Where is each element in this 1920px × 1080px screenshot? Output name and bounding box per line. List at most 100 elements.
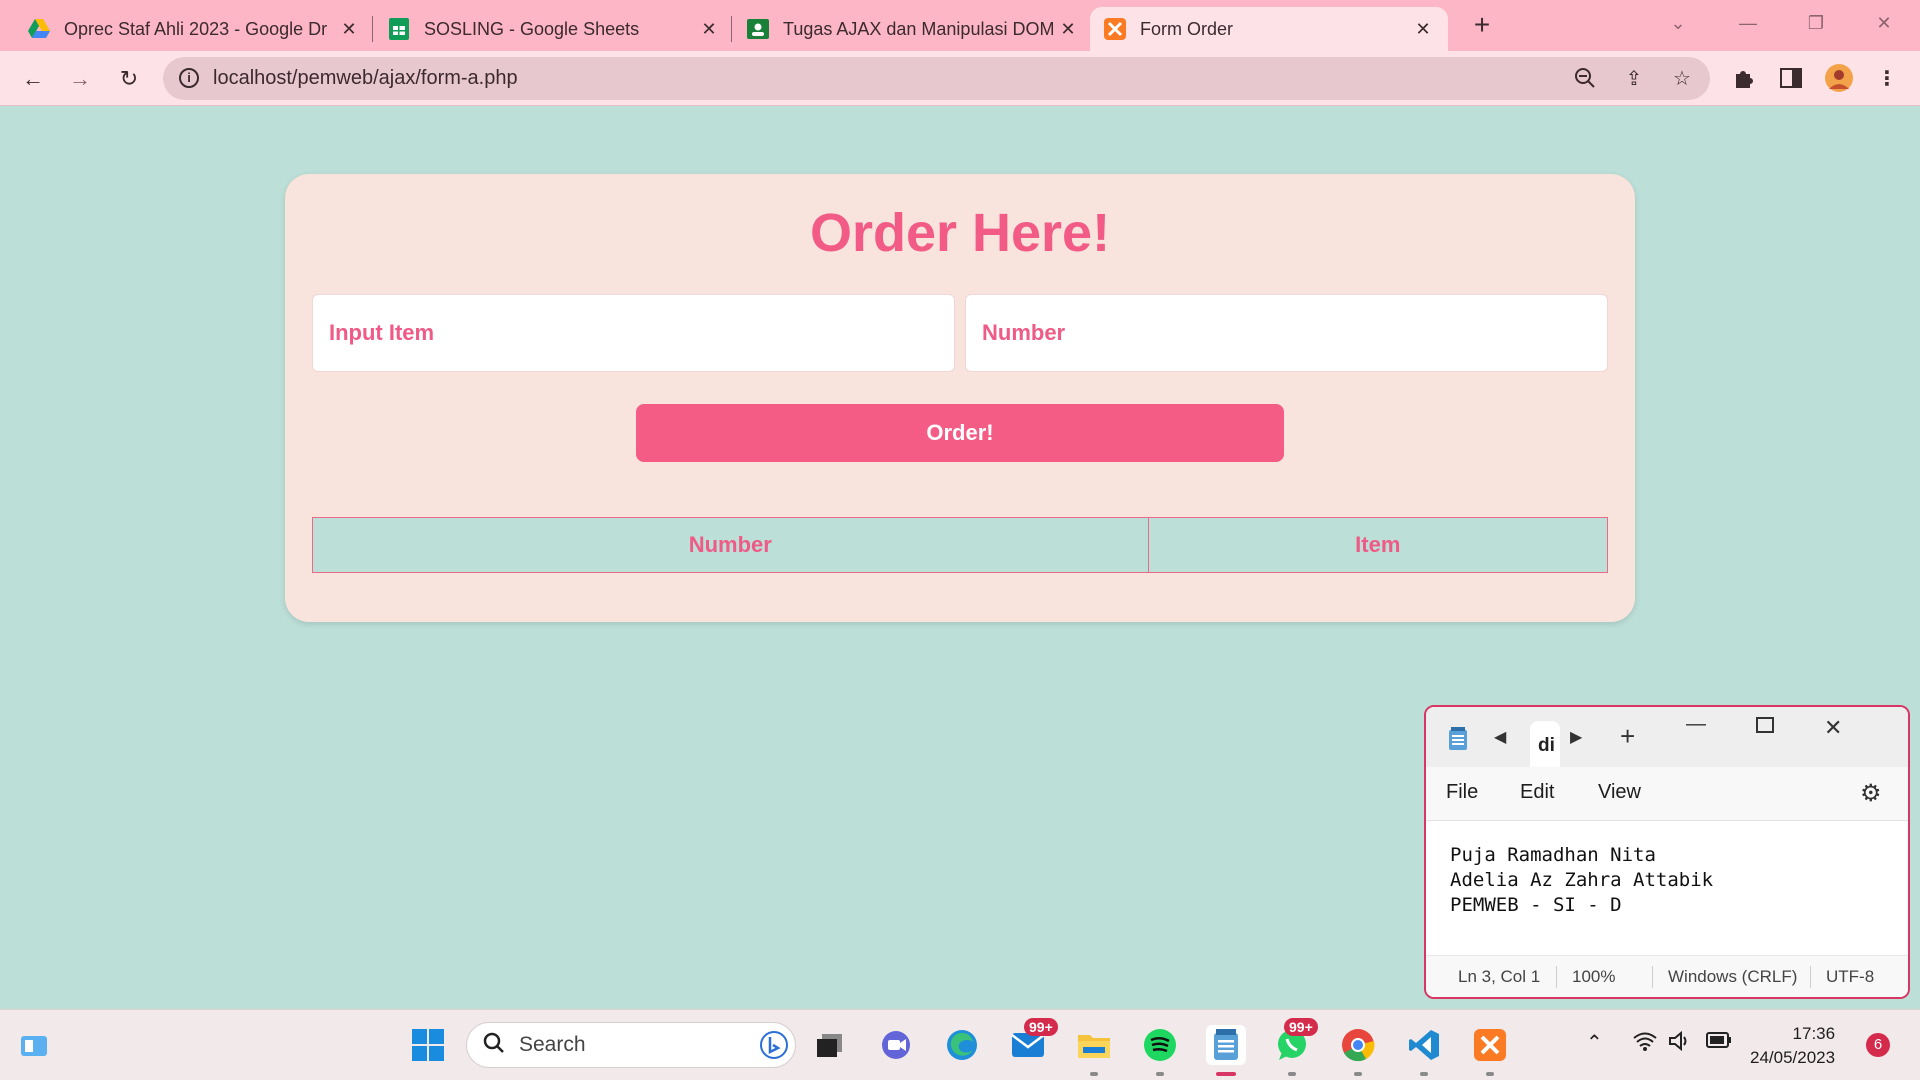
text-line: PEMWEB - SI - D xyxy=(1450,894,1622,916)
status-divider xyxy=(1810,966,1811,988)
close-icon[interactable]: ✕ xyxy=(1412,18,1434,40)
clock-date: 24/05/2023 xyxy=(1750,1048,1836,1067)
share-icon[interactable]: ⇪ xyxy=(1617,61,1651,95)
notification-badge[interactable]: 6 xyxy=(1866,1033,1890,1057)
close-icon[interactable]: ✕ xyxy=(698,18,720,40)
cursor-position: Ln 3, Col 1 xyxy=(1458,967,1541,986)
minimize-icon[interactable]: — xyxy=(1728,8,1768,38)
search-label: Search xyxy=(519,1033,586,1056)
reload-icon[interactable]: ↻ xyxy=(112,62,146,96)
extensions-icon[interactable] xyxy=(1726,61,1760,95)
xampp-taskbar-icon[interactable] xyxy=(1470,1025,1510,1065)
active-indicator xyxy=(1216,1072,1236,1076)
address-bar[interactable]: i localhost/pemweb/ajax/form-a.php ⇪ ☆ xyxy=(163,57,1710,100)
chrome-icon[interactable] xyxy=(1338,1025,1378,1065)
order-table: Number Item xyxy=(312,517,1609,573)
tab-divider xyxy=(731,16,732,42)
wifi-icon[interactable] xyxy=(1632,1030,1658,1057)
taskbar-search-box[interactable]: Search xyxy=(466,1022,796,1068)
edge-browser-icon[interactable] xyxy=(942,1025,982,1065)
back-arrow-icon[interactable]: ← xyxy=(16,62,50,96)
running-indicator xyxy=(1486,1072,1494,1076)
notepad-statusbar: Ln 3, Col 1 100% Windows (CRLF) UTF-8 xyxy=(1426,955,1908,997)
page-title: Order Here! xyxy=(809,203,1111,263)
running-indicator xyxy=(1420,1072,1428,1076)
column-header-item: Item xyxy=(1147,517,1609,573)
text-line: Adelia Az Zahra Attabik xyxy=(1450,869,1714,891)
zoom-out-icon[interactable] xyxy=(1568,61,1602,95)
bing-icon[interactable] xyxy=(759,1030,789,1065)
tab-title: SOSLING - Google Sheets xyxy=(424,18,640,39)
tab-oprec-staf[interactable]: Oprec Staf Ahli 2023 - Google Dr ✕ xyxy=(14,7,374,51)
notepad-titlebar: ◀ di ▶ + — ✕ xyxy=(1426,707,1908,767)
profile-avatar[interactable] xyxy=(1822,61,1856,95)
running-indicator xyxy=(1354,1072,1362,1076)
bookmark-star-icon[interactable]: ☆ xyxy=(1665,61,1699,95)
text-line: Puja Ramadhan Nita xyxy=(1450,844,1656,866)
vscode-icon[interactable] xyxy=(1404,1025,1444,1065)
encoding: UTF-8 xyxy=(1826,967,1875,986)
zoom-level: 100% xyxy=(1572,967,1616,986)
scroll-tabs-right-icon[interactable]: ▶ xyxy=(1570,727,1582,747)
notepad-maximize-icon[interactable] xyxy=(1756,717,1774,733)
task-view-icon[interactable] xyxy=(810,1025,850,1065)
spotify-icon[interactable] xyxy=(1140,1025,1180,1065)
forward-arrow-icon[interactable]: → xyxy=(63,62,97,96)
google-sheets-icon xyxy=(388,18,410,40)
side-panel-icon[interactable] xyxy=(1774,61,1808,95)
show-hidden-icons-chevron[interactable]: ⌃ xyxy=(1586,1030,1603,1055)
xampp-icon xyxy=(1104,18,1126,40)
menu-edit[interactable]: Edit xyxy=(1520,781,1554,804)
notepad-close-icon[interactable]: ✕ xyxy=(1824,715,1842,741)
tab-search-chevron-icon[interactable]: ⌄ xyxy=(1658,8,1698,38)
widgets-icon[interactable] xyxy=(14,1025,54,1065)
column-header-number: Number xyxy=(312,517,1149,573)
windows-taskbar: Search 99+ 99+ ⌃ 17:36 24/05/2023 6 xyxy=(0,1009,1920,1080)
menu-file[interactable]: File xyxy=(1446,781,1478,804)
running-indicator xyxy=(1090,1072,1098,1076)
clock-time: 17:36 xyxy=(1792,1024,1836,1043)
menu-kebab-icon[interactable]: ⋮ xyxy=(1870,61,1904,95)
url-text: localhost/pemweb/ajax/form-a.php xyxy=(213,67,518,89)
number-input[interactable]: Number xyxy=(965,294,1608,372)
notepad-minimize-icon[interactable]: — xyxy=(1686,713,1706,736)
item-input[interactable]: Input Item xyxy=(312,294,955,372)
volume-icon[interactable] xyxy=(1668,1030,1692,1057)
running-indicator xyxy=(1156,1072,1164,1076)
scroll-tabs-left-icon[interactable]: ◀ xyxy=(1494,727,1506,747)
status-divider xyxy=(1652,966,1653,988)
notepad-new-tab-button[interactable]: + xyxy=(1620,721,1635,752)
tab-sosling[interactable]: SOSLING - Google Sheets ✕ xyxy=(374,7,734,51)
order-button[interactable]: Order! xyxy=(636,404,1284,462)
tab-tugas-ajax[interactable]: Tugas AJAX dan Manipulasi DOM ✕ xyxy=(733,7,1093,51)
notepad-tab-title: di xyxy=(1538,735,1555,756)
new-tab-button[interactable]: + xyxy=(1468,11,1496,40)
tab-title: Tugas AJAX dan Manipulasi DOM xyxy=(783,18,1055,39)
mail-badge: 99+ xyxy=(1024,1018,1058,1036)
menu-view[interactable]: View xyxy=(1598,781,1641,804)
battery-icon[interactable] xyxy=(1706,1032,1732,1053)
whatsapp-badge: 99+ xyxy=(1284,1018,1318,1036)
windows-start-icon[interactable] xyxy=(408,1025,448,1065)
notepad-taskbar-icon[interactable] xyxy=(1206,1025,1246,1065)
teams-chat-icon[interactable] xyxy=(876,1025,916,1065)
settings-gear-icon[interactable]: ⚙ xyxy=(1860,779,1882,808)
tab-title: Form Order xyxy=(1140,18,1234,39)
close-icon[interactable]: ✕ xyxy=(1057,18,1079,40)
notepad-icon xyxy=(1448,727,1468,756)
restore-icon[interactable]: ❐ xyxy=(1796,8,1836,38)
tab-form-order[interactable]: Form Order ✕ xyxy=(1090,7,1448,51)
system-clock[interactable]: 17:36 24/05/2023 xyxy=(1750,1022,1835,1070)
browser-tab-bar: Oprec Staf Ahli 2023 - Google Dr ✕ SOSLI… xyxy=(0,0,1920,51)
search-icon xyxy=(483,1032,505,1059)
info-icon[interactable]: i xyxy=(179,68,199,88)
google-drive-icon xyxy=(28,18,50,40)
browser-toolbar: ← → ↻ i localhost/pemweb/ajax/form-a.php… xyxy=(0,51,1920,106)
notepad-text-area[interactable]: Puja Ramadhan Nita Adelia Az Zahra Attabi… xyxy=(1450,843,1713,918)
close-icon[interactable]: ✕ xyxy=(338,18,360,40)
status-divider xyxy=(1556,966,1557,988)
close-window-icon[interactable]: ✕ xyxy=(1864,8,1904,38)
notepad-tab[interactable]: di xyxy=(1530,721,1560,767)
file-explorer-icon[interactable] xyxy=(1074,1025,1114,1065)
notepad-menubar: File Edit View ⚙ xyxy=(1426,767,1908,821)
